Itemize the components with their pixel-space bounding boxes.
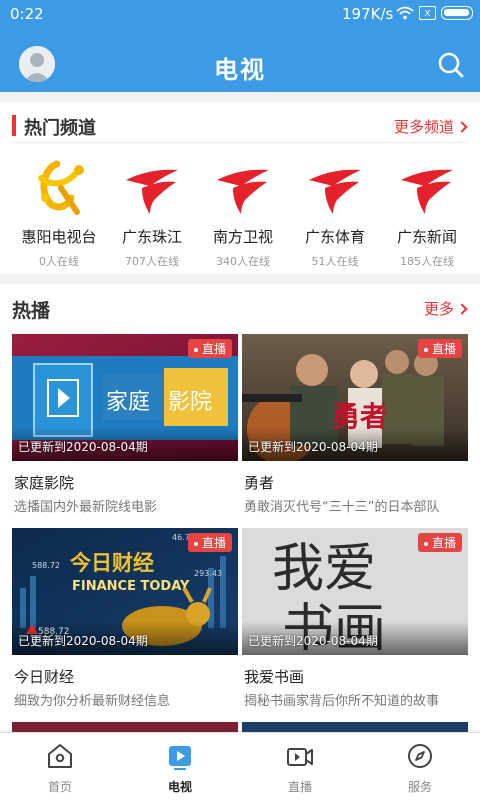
nav-service[interactable]: 服务 <box>360 733 480 800</box>
channel-name: 广东体育 <box>304 228 365 246</box>
gdtv-logo-icon <box>217 169 269 214</box>
app-header: 0:22 197K/s x 电视 <box>0 0 480 92</box>
channel-item[interactable]: 南方卫视 340人在线 <box>197 158 289 270</box>
app-screen: 0:22 197K/s x 电视 热门频道 更多频道 惠阳电视台 0人在线 广东… <box>0 0 480 800</box>
section-title: 热播 <box>12 300 51 322</box>
more-channels-link[interactable]: 更多频道 <box>393 116 468 137</box>
nav-label: 直播 <box>287 780 312 794</box>
thumb-text: 影院 <box>168 390 212 415</box>
program-card[interactable]: 家庭 影院 直播 已更新到2020-08-04期 家庭影院 选播国内外最新院线电… <box>12 334 238 515</box>
update-status: 已更新到2020-08-04期 <box>248 634 378 648</box>
status-bar: 0:22 197K/s x <box>0 0 480 28</box>
notification-x-icon: x <box>419 6 436 20</box>
nav-home[interactable]: 首页 <box>0 733 120 800</box>
channel-item[interactable]: 广东新闻 185人在线 <box>381 158 473 270</box>
hot-broadcast-section: 热播 更多 家庭 影院 直播 已更新到2020-08-04期 家庭影院 选播国内… <box>0 284 480 732</box>
program-card[interactable]: 我爱 书画 直播 已更新到2020-08-04期 我爱书画 揭秘书画家背后你所不… <box>242 528 468 709</box>
wifi-icon <box>396 6 414 20</box>
badge-label: 直播 <box>201 536 226 550</box>
section-marker <box>12 115 16 136</box>
program-card[interactable]: 勇者 直播 已更新到2020-08-04期 勇者 勇敢消灭代号“三十三”的日本部… <box>242 334 468 515</box>
network-speed: 197K/s <box>342 5 394 23</box>
channel-online-count: 0人在线 <box>39 255 79 268</box>
channel-item[interactable]: 惠阳电视台 0人在线 <box>13 158 105 270</box>
channel-online-count: 51人在线 <box>311 255 359 268</box>
channel-name: 广东新闻 <box>396 228 457 246</box>
gdtv-logo-icon <box>309 169 361 214</box>
thumb-text: 293.43 <box>194 569 222 578</box>
chevron-right-icon <box>456 303 468 315</box>
thumb-text: FINANCE TODAY <box>72 579 190 594</box>
update-status: 已更新到2020-08-04期 <box>18 440 148 454</box>
channel-online-count: 707人在线 <box>125 255 179 268</box>
live-badge: 直播 <box>417 533 462 552</box>
live-badge: 直播 <box>417 339 462 358</box>
live-badge: 直播 <box>187 533 232 552</box>
program-thumbnail: 勇者 直播 已更新到2020-08-04期 <box>242 334 468 461</box>
channel-online-count: 340人在线 <box>216 255 270 268</box>
bottom-nav: 首页 电视 直播 服务 <box>0 732 480 800</box>
program-card[interactable]: 今日财经 FINANCE TODAY 588.72 46.72 293.43 5… <box>12 528 238 709</box>
home-icon <box>48 744 72 768</box>
nav-label: 首页 <box>47 780 72 794</box>
more-label: 更多 <box>423 300 454 318</box>
badge-label: 直播 <box>201 342 226 356</box>
badge-label: 直播 <box>431 342 456 356</box>
program-description: 细致为你分析最新财经信息 <box>14 694 171 709</box>
gdtv-logo-icon <box>126 169 178 214</box>
thumb-text: 家庭 <box>106 390 150 415</box>
nav-live[interactable]: 直播 <box>240 733 360 800</box>
update-status: 已更新到2020-08-04期 <box>248 440 378 454</box>
divider <box>12 142 468 143</box>
channel-name: 惠阳电视台 <box>21 228 97 246</box>
thumb-text: 我爱 <box>272 539 376 599</box>
search-icon[interactable] <box>436 50 466 80</box>
nav-label: 电视 <box>167 780 192 794</box>
gdtv-logo-icon <box>401 169 453 214</box>
thumb-text: 今日财经 <box>70 551 154 575</box>
program-description: 勇敢消灭代号“三十三”的日本部队 <box>244 500 440 515</box>
program-description: 揭秘书画家背后你所不知道的故事 <box>244 694 440 709</box>
program-description: 选播国内外最新院线电影 <box>14 500 158 515</box>
channel-name: 南方卫视 <box>212 228 273 246</box>
program-title: 家庭影院 <box>14 474 75 492</box>
channel-name: 广东珠江 <box>121 228 182 246</box>
program-title: 勇者 <box>244 474 275 492</box>
section-title: 热门频道 <box>24 118 96 139</box>
more-link[interactable]: 更多 <box>423 298 468 319</box>
badge-label: 直播 <box>431 536 456 550</box>
nav-label: 服务 <box>407 780 432 794</box>
compass-icon <box>408 744 432 768</box>
program-title: 今日财经 <box>14 668 75 686</box>
huiyang-tv-logo-icon <box>38 160 84 215</box>
page-title: 电视 <box>214 56 266 84</box>
nav-tv[interactable]: 电视 <box>120 733 240 800</box>
hot-channels-section: 热门频道 更多频道 惠阳电视台 0人在线 广东珠江 707人在线 南方卫视 34… <box>0 102 480 274</box>
update-status: 已更新到2020-08-04期 <box>18 634 148 648</box>
program-thumbnail: 我爱 书画 直播 已更新到2020-08-04期 <box>242 528 468 655</box>
tv-play-icon <box>169 746 191 770</box>
more-channels-label: 更多频道 <box>393 118 454 136</box>
program-card-partial[interactable] <box>12 722 238 732</box>
program-card-partial[interactable] <box>242 722 468 732</box>
live-dot-icon <box>423 541 428 546</box>
hot-channels-header: 热门频道 更多频道 <box>0 102 480 142</box>
thumb-text: 588.72 <box>32 561 60 570</box>
program-title: 我爱书画 <box>244 668 305 686</box>
battery-icon <box>441 6 473 20</box>
channel-online-count: 185人在线 <box>400 255 454 268</box>
chevron-right-icon <box>456 121 468 133</box>
live-camera-icon <box>287 748 313 766</box>
program-thumbnail: 家庭 影院 直播 已更新到2020-08-04期 <box>12 334 238 461</box>
live-dot-icon <box>193 347 198 352</box>
channel-item[interactable]: 广东体育 51人在线 <box>289 158 381 270</box>
program-thumbnail: 今日财经 FINANCE TODAY 588.72 46.72 293.43 5… <box>12 528 238 655</box>
live-dot-icon <box>423 347 428 352</box>
live-badge: 直播 <box>187 339 232 358</box>
status-time: 0:22 <box>10 5 44 23</box>
channel-item[interactable]: 广东珠江 707人在线 <box>106 158 198 270</box>
live-dot-icon <box>193 541 198 546</box>
